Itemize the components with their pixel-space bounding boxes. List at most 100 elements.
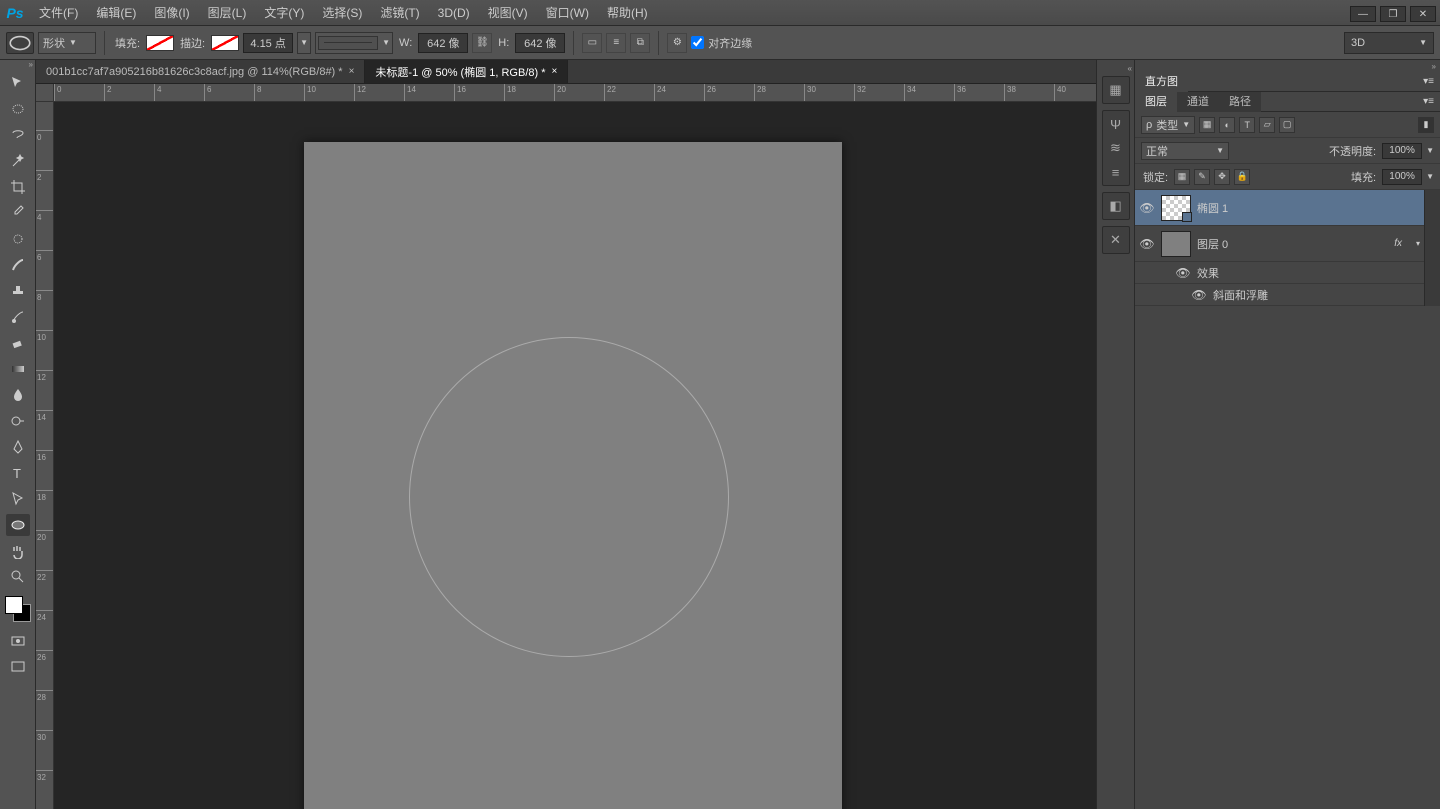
brush-tool[interactable] xyxy=(6,254,30,276)
visibility-icon[interactable]: 👁 xyxy=(1191,288,1207,302)
stroke-style-dropdown[interactable]: ▼ xyxy=(315,32,393,54)
link-wh-icon[interactable]: ⛓ xyxy=(472,33,492,53)
stroke-width-input[interactable] xyxy=(243,33,293,53)
zoom-tool[interactable] xyxy=(6,566,30,588)
ellipse-tool[interactable] xyxy=(6,514,30,536)
fill-opacity-input[interactable] xyxy=(1382,169,1422,185)
layer-thumbnail[interactable] xyxy=(1161,195,1191,221)
align-edges-checkbox[interactable]: 对齐边缘 xyxy=(691,35,752,51)
history-brush-tool[interactable] xyxy=(6,306,30,328)
menu-layer[interactable]: 图层(L) xyxy=(199,0,256,26)
crop-tool[interactable] xyxy=(6,176,30,198)
quickmask-tool[interactable] xyxy=(6,630,30,652)
menu-view[interactable]: 视图(V) xyxy=(479,0,537,26)
filter-pixel-icon[interactable]: ▦ xyxy=(1199,117,1215,133)
marquee-tool[interactable] xyxy=(6,98,30,120)
dodge-tool[interactable] xyxy=(6,410,30,432)
fx-badge[interactable]: fx xyxy=(1394,238,1410,249)
path-select-tool[interactable] xyxy=(6,488,30,510)
menu-help[interactable]: 帮助(H) xyxy=(598,0,657,26)
pen-tool[interactable] xyxy=(6,436,30,458)
menu-edit[interactable]: 编辑(E) xyxy=(87,0,145,26)
disclosure-icon[interactable]: ▾ xyxy=(1416,239,1420,248)
menu-image[interactable]: 图像(I) xyxy=(145,0,198,26)
tool-mode-dropdown[interactable]: 形状 ▼ xyxy=(38,32,96,54)
stroke-swatch[interactable] xyxy=(211,35,239,51)
stamp-tool[interactable] xyxy=(6,280,30,302)
ellipse-shape[interactable] xyxy=(409,337,729,657)
layer-name[interactable]: 椭圆 1 xyxy=(1197,200,1228,216)
color-swatches[interactable] xyxy=(5,596,31,622)
path-arrange-icon[interactable]: ⧉ xyxy=(630,33,650,53)
chevron-down-icon[interactable]: ▼ xyxy=(1426,172,1434,181)
ruler-horizontal[interactable]: 0246810121416182022242628303234363840 xyxy=(54,84,1096,101)
layer-0[interactable]: 👁 图层 0 fx ▾ xyxy=(1135,226,1424,262)
maximize-button[interactable]: ❐ xyxy=(1380,6,1406,22)
ruler-vertical[interactable]: 20246810121416182022242628303234 xyxy=(36,102,54,809)
expand-tools-icon[interactable]: » xyxy=(0,60,35,70)
minimize-button[interactable]: — xyxy=(1350,6,1376,22)
canvas[interactable] xyxy=(54,102,1096,809)
eyedropper-tool[interactable] xyxy=(6,202,30,224)
visibility-icon[interactable]: 👁 xyxy=(1175,266,1191,280)
close-button[interactable]: ✕ xyxy=(1410,6,1436,22)
width-input[interactable] xyxy=(418,33,468,53)
heal-tool[interactable] xyxy=(6,228,30,250)
filter-type-icon[interactable]: T xyxy=(1239,117,1255,133)
screenmode-tool[interactable] xyxy=(6,656,30,678)
eraser-tool[interactable] xyxy=(6,332,30,354)
paths-tab[interactable]: 路径 xyxy=(1219,92,1261,112)
stroke-width-menu[interactable]: ▼ xyxy=(297,32,311,54)
lock-paint-icon[interactable]: ✎ xyxy=(1194,169,1210,185)
chevron-down-icon[interactable]: ▼ xyxy=(1426,146,1434,155)
path-align-icon[interactable]: ≡ xyxy=(606,33,626,53)
layers-scrollbar[interactable] xyxy=(1424,190,1440,306)
visibility-icon[interactable]: 👁 xyxy=(1139,201,1155,215)
menu-window[interactable]: 窗口(W) xyxy=(537,0,598,26)
menu-select[interactable]: 选择(S) xyxy=(313,0,371,26)
collapse-panels-icon[interactable]: » xyxy=(1135,60,1440,72)
fill-swatch[interactable] xyxy=(146,35,174,51)
filter-shape-icon[interactable]: ▱ xyxy=(1259,117,1275,133)
filter-toggle[interactable]: ▮ xyxy=(1418,117,1434,133)
close-icon[interactable]: × xyxy=(552,66,558,77)
channels-tab[interactable]: 通道 xyxy=(1177,92,1219,112)
hand-tool[interactable] xyxy=(6,540,30,562)
blend-mode-dropdown[interactable]: 正常▼ xyxy=(1141,142,1229,160)
panel-3d-icon[interactable]: ▦ xyxy=(1107,81,1125,99)
panel-adjustments-icon[interactable]: ◧ xyxy=(1107,197,1125,215)
panel-paragraph-icon[interactable]: ≋ xyxy=(1107,139,1125,157)
menu-3d[interactable]: 3D(D) xyxy=(429,0,479,26)
height-input[interactable] xyxy=(515,33,565,53)
gradient-tool[interactable] xyxy=(6,358,30,380)
gear-icon[interactable]: ⚙ xyxy=(667,33,687,53)
path-ops-icon[interactable]: ▭ xyxy=(582,33,602,53)
layer-name[interactable]: 图层 0 xyxy=(1197,236,1228,252)
document-tab-2[interactable]: 未标题-1 @ 50% (椭圆 1, RGB/8) * × xyxy=(365,60,568,83)
menu-type[interactable]: 文字(Y) xyxy=(255,0,313,26)
filter-smart-icon[interactable]: ▢ xyxy=(1279,117,1295,133)
panel-styles-icon[interactable]: ≡ xyxy=(1107,163,1125,181)
layer-effect-bevel[interactable]: 👁 斜面和浮雕 xyxy=(1135,284,1424,306)
type-tool[interactable]: T xyxy=(6,462,30,484)
close-icon[interactable]: × xyxy=(349,66,355,77)
lasso-tool[interactable] xyxy=(6,124,30,146)
move-tool[interactable] xyxy=(6,72,30,94)
wand-tool[interactable] xyxy=(6,150,30,172)
align-edges-input[interactable] xyxy=(691,36,704,49)
panel-menu-icon[interactable]: ▾≡ xyxy=(1417,76,1440,87)
panel-properties-icon[interactable]: ✕ xyxy=(1107,231,1125,249)
filter-adjust-icon[interactable]: ◐ xyxy=(1219,117,1235,133)
layer-ellipse-1[interactable]: 👁 椭圆 1 xyxy=(1135,190,1424,226)
lock-all-icon[interactable]: 🔒 xyxy=(1234,169,1250,185)
opacity-input[interactable] xyxy=(1382,143,1422,159)
histogram-tab[interactable]: 直方图 xyxy=(1135,72,1188,92)
ruler-origin[interactable] xyxy=(36,84,54,101)
lock-trans-icon[interactable]: ▦ xyxy=(1174,169,1190,185)
foreground-color-swatch[interactable] xyxy=(5,596,23,614)
workspace-dropdown[interactable]: 3D ▼ xyxy=(1344,32,1434,54)
layer-thumbnail[interactable] xyxy=(1161,231,1191,257)
layers-tab[interactable]: 图层 xyxy=(1135,92,1177,112)
document-tab-1[interactable]: 001b1cc7af7a905216b81626c3c8acf.jpg @ 11… xyxy=(36,60,365,83)
blur-tool[interactable] xyxy=(6,384,30,406)
